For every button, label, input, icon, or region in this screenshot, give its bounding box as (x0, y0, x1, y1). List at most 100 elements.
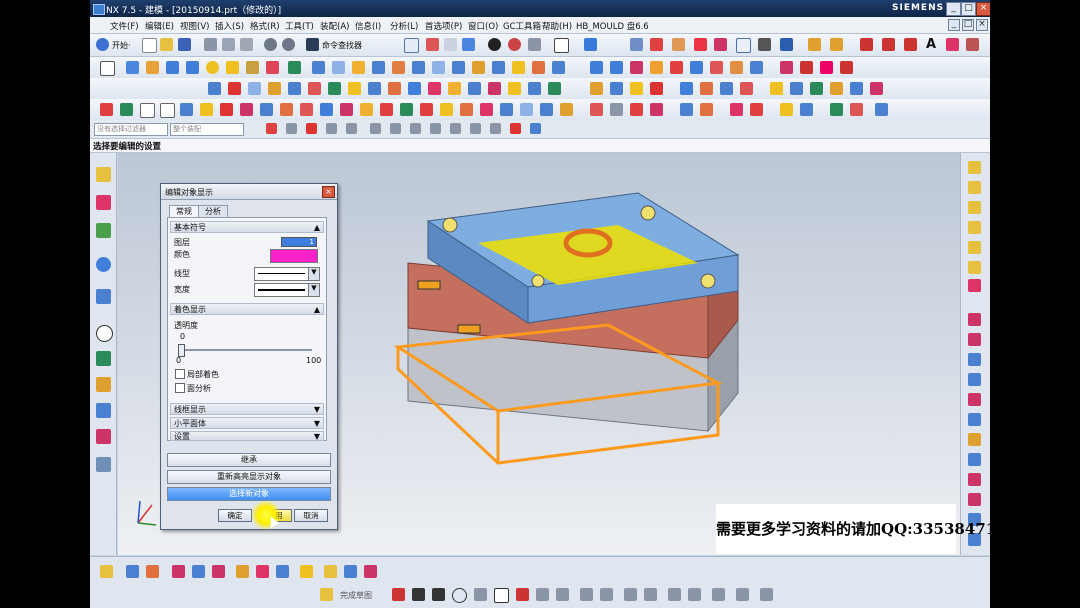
hb-tool-10-icon[interactable] (280, 103, 293, 116)
sketch-pattern-icon[interactable] (712, 588, 725, 601)
right-tool-3-icon[interactable] (968, 201, 981, 214)
system-scene-icon[interactable] (96, 457, 111, 472)
subtract-icon[interactable] (312, 61, 325, 74)
chamfer-icon[interactable] (372, 61, 385, 74)
snap-point-icon[interactable] (266, 123, 277, 134)
right-tool-1-icon[interactable] (968, 161, 981, 174)
history-icon[interactable] (96, 289, 111, 304)
bottom-tool-9-icon[interactable] (276, 565, 289, 578)
move-face-icon[interactable] (590, 61, 603, 74)
mould-tool-6-icon[interactable] (308, 82, 321, 95)
right-tool-16-icon[interactable] (968, 473, 981, 486)
command-finder-icon[interactable] (306, 38, 319, 51)
mould-tool-27-icon[interactable] (770, 82, 783, 95)
linetype-select[interactable]: ▼ (254, 267, 320, 281)
pattern-face-icon[interactable] (710, 61, 723, 74)
save-icon[interactable] (178, 38, 191, 51)
sew-icon[interactable] (512, 61, 525, 74)
ruler-icon[interactable] (808, 38, 821, 51)
mould-tool-21-icon[interactable] (630, 82, 643, 95)
mould-tool-13-icon[interactable] (448, 82, 461, 95)
hb-tool-13-icon[interactable] (340, 103, 353, 116)
roles-icon[interactable] (96, 429, 111, 444)
menu-format[interactable]: 格式(R) (250, 20, 280, 32)
right-tool-11-icon[interactable] (968, 373, 981, 386)
right-tool-14-icon[interactable] (968, 433, 981, 446)
delete-face-icon[interactable] (630, 61, 643, 74)
section-facets[interactable]: 小平面体 ▼ (170, 417, 324, 429)
menu-window[interactable]: 窗口(O) (468, 20, 498, 32)
mould-tool-19-icon[interactable] (590, 82, 603, 95)
mould-tool-30-icon[interactable] (830, 82, 843, 95)
curve-rule-icon[interactable] (286, 123, 297, 134)
constraint-navigator-icon[interactable] (96, 195, 111, 210)
boss-icon[interactable] (246, 61, 259, 74)
revolve-icon[interactable] (146, 61, 159, 74)
mould-tool-29-icon[interactable] (810, 82, 823, 95)
bottom-tool-8-icon[interactable] (256, 565, 269, 578)
hb-tool-32-icon[interactable] (750, 103, 763, 116)
mould-tool-22-icon[interactable] (650, 82, 663, 95)
pattern-icon[interactable] (946, 38, 959, 51)
section-view-icon[interactable] (508, 38, 521, 51)
part-navigator-icon[interactable] (96, 223, 111, 238)
patch-icon[interactable] (532, 61, 545, 74)
wireframe-cube-icon[interactable] (528, 38, 541, 51)
hb-tool-30-icon[interactable] (700, 103, 713, 116)
select-new-objects-button[interactable]: 选择新对象 (167, 487, 331, 501)
sketch-constraint-icon[interactable] (644, 588, 657, 601)
sketch-line-icon[interactable] (412, 588, 425, 601)
bottom-tool-5-icon[interactable] (192, 565, 205, 578)
right-tool-13-icon[interactable] (968, 413, 981, 426)
view-orient-icon[interactable] (780, 38, 793, 51)
process-studio-icon[interactable] (96, 403, 111, 418)
bottom-tool-7-icon[interactable] (236, 565, 249, 578)
hb-tool-24-icon[interactable] (560, 103, 573, 116)
mould-tool-28-icon[interactable] (790, 82, 803, 95)
mirror-icon[interactable] (966, 38, 979, 51)
hb-tool-2-icon[interactable] (120, 103, 133, 116)
sketch-offset-icon[interactable] (668, 588, 681, 601)
mould-tool-23-icon[interactable] (680, 82, 693, 95)
mould-tool-1-icon[interactable] (208, 82, 221, 95)
command-finder-button[interactable]: 命令查找器 (322, 40, 362, 51)
bottom-tool-6-icon[interactable] (212, 565, 225, 578)
drafting-icon[interactable] (830, 38, 843, 51)
sketch-polygon-icon[interactable] (556, 588, 569, 601)
hb-tool-31-icon[interactable] (730, 103, 743, 116)
right-tool-10-icon[interactable] (968, 353, 981, 366)
replace-face-icon[interactable] (552, 61, 565, 74)
hb-tool-15-icon[interactable] (380, 103, 393, 116)
right-tool-9-icon[interactable] (968, 333, 981, 346)
hb-tool-27-icon[interactable] (630, 103, 643, 116)
doc-restore-button[interactable]: □ (962, 19, 974, 31)
draft-icon[interactable] (412, 61, 425, 74)
hb-tool-5-icon[interactable] (180, 103, 193, 116)
section-basic-symbol[interactable]: 基本符号 ▲ (170, 221, 324, 233)
hb-tool-20-icon[interactable] (480, 103, 493, 116)
right-tool-2-icon[interactable] (968, 181, 981, 194)
hb-tool-29-icon[interactable] (680, 103, 693, 116)
hb-tool-1-icon[interactable] (100, 103, 113, 116)
pull-face-icon[interactable] (610, 61, 623, 74)
dialog-close-icon[interactable]: × (322, 186, 335, 198)
mould-tool-7-icon[interactable] (328, 82, 341, 95)
menu-preferences[interactable]: 首选项(P) (425, 20, 462, 32)
mould-tool-31-icon[interactable] (850, 82, 863, 95)
bottom-tool-2-icon[interactable] (126, 565, 139, 578)
sketch-point-icon[interactable] (536, 588, 549, 601)
mould-tool-9-icon[interactable] (368, 82, 381, 95)
snap-icon[interactable] (694, 38, 707, 51)
offset-curve-icon[interactable] (840, 61, 853, 74)
mould-tool-25-icon[interactable] (720, 82, 733, 95)
hb-tool-19-icon[interactable] (460, 103, 473, 116)
point-on-face-icon[interactable] (470, 123, 481, 134)
point-on-curve-icon[interactable] (450, 123, 461, 134)
right-tool-4-icon[interactable] (968, 221, 981, 234)
datum-icon[interactable] (672, 38, 685, 51)
offset-region-icon[interactable] (750, 61, 763, 74)
pole-icon[interactable] (510, 123, 521, 134)
width-select[interactable]: ▼ (254, 283, 320, 297)
mould-tool-4-icon[interactable] (268, 82, 281, 95)
select-all-icon[interactable] (530, 123, 541, 134)
